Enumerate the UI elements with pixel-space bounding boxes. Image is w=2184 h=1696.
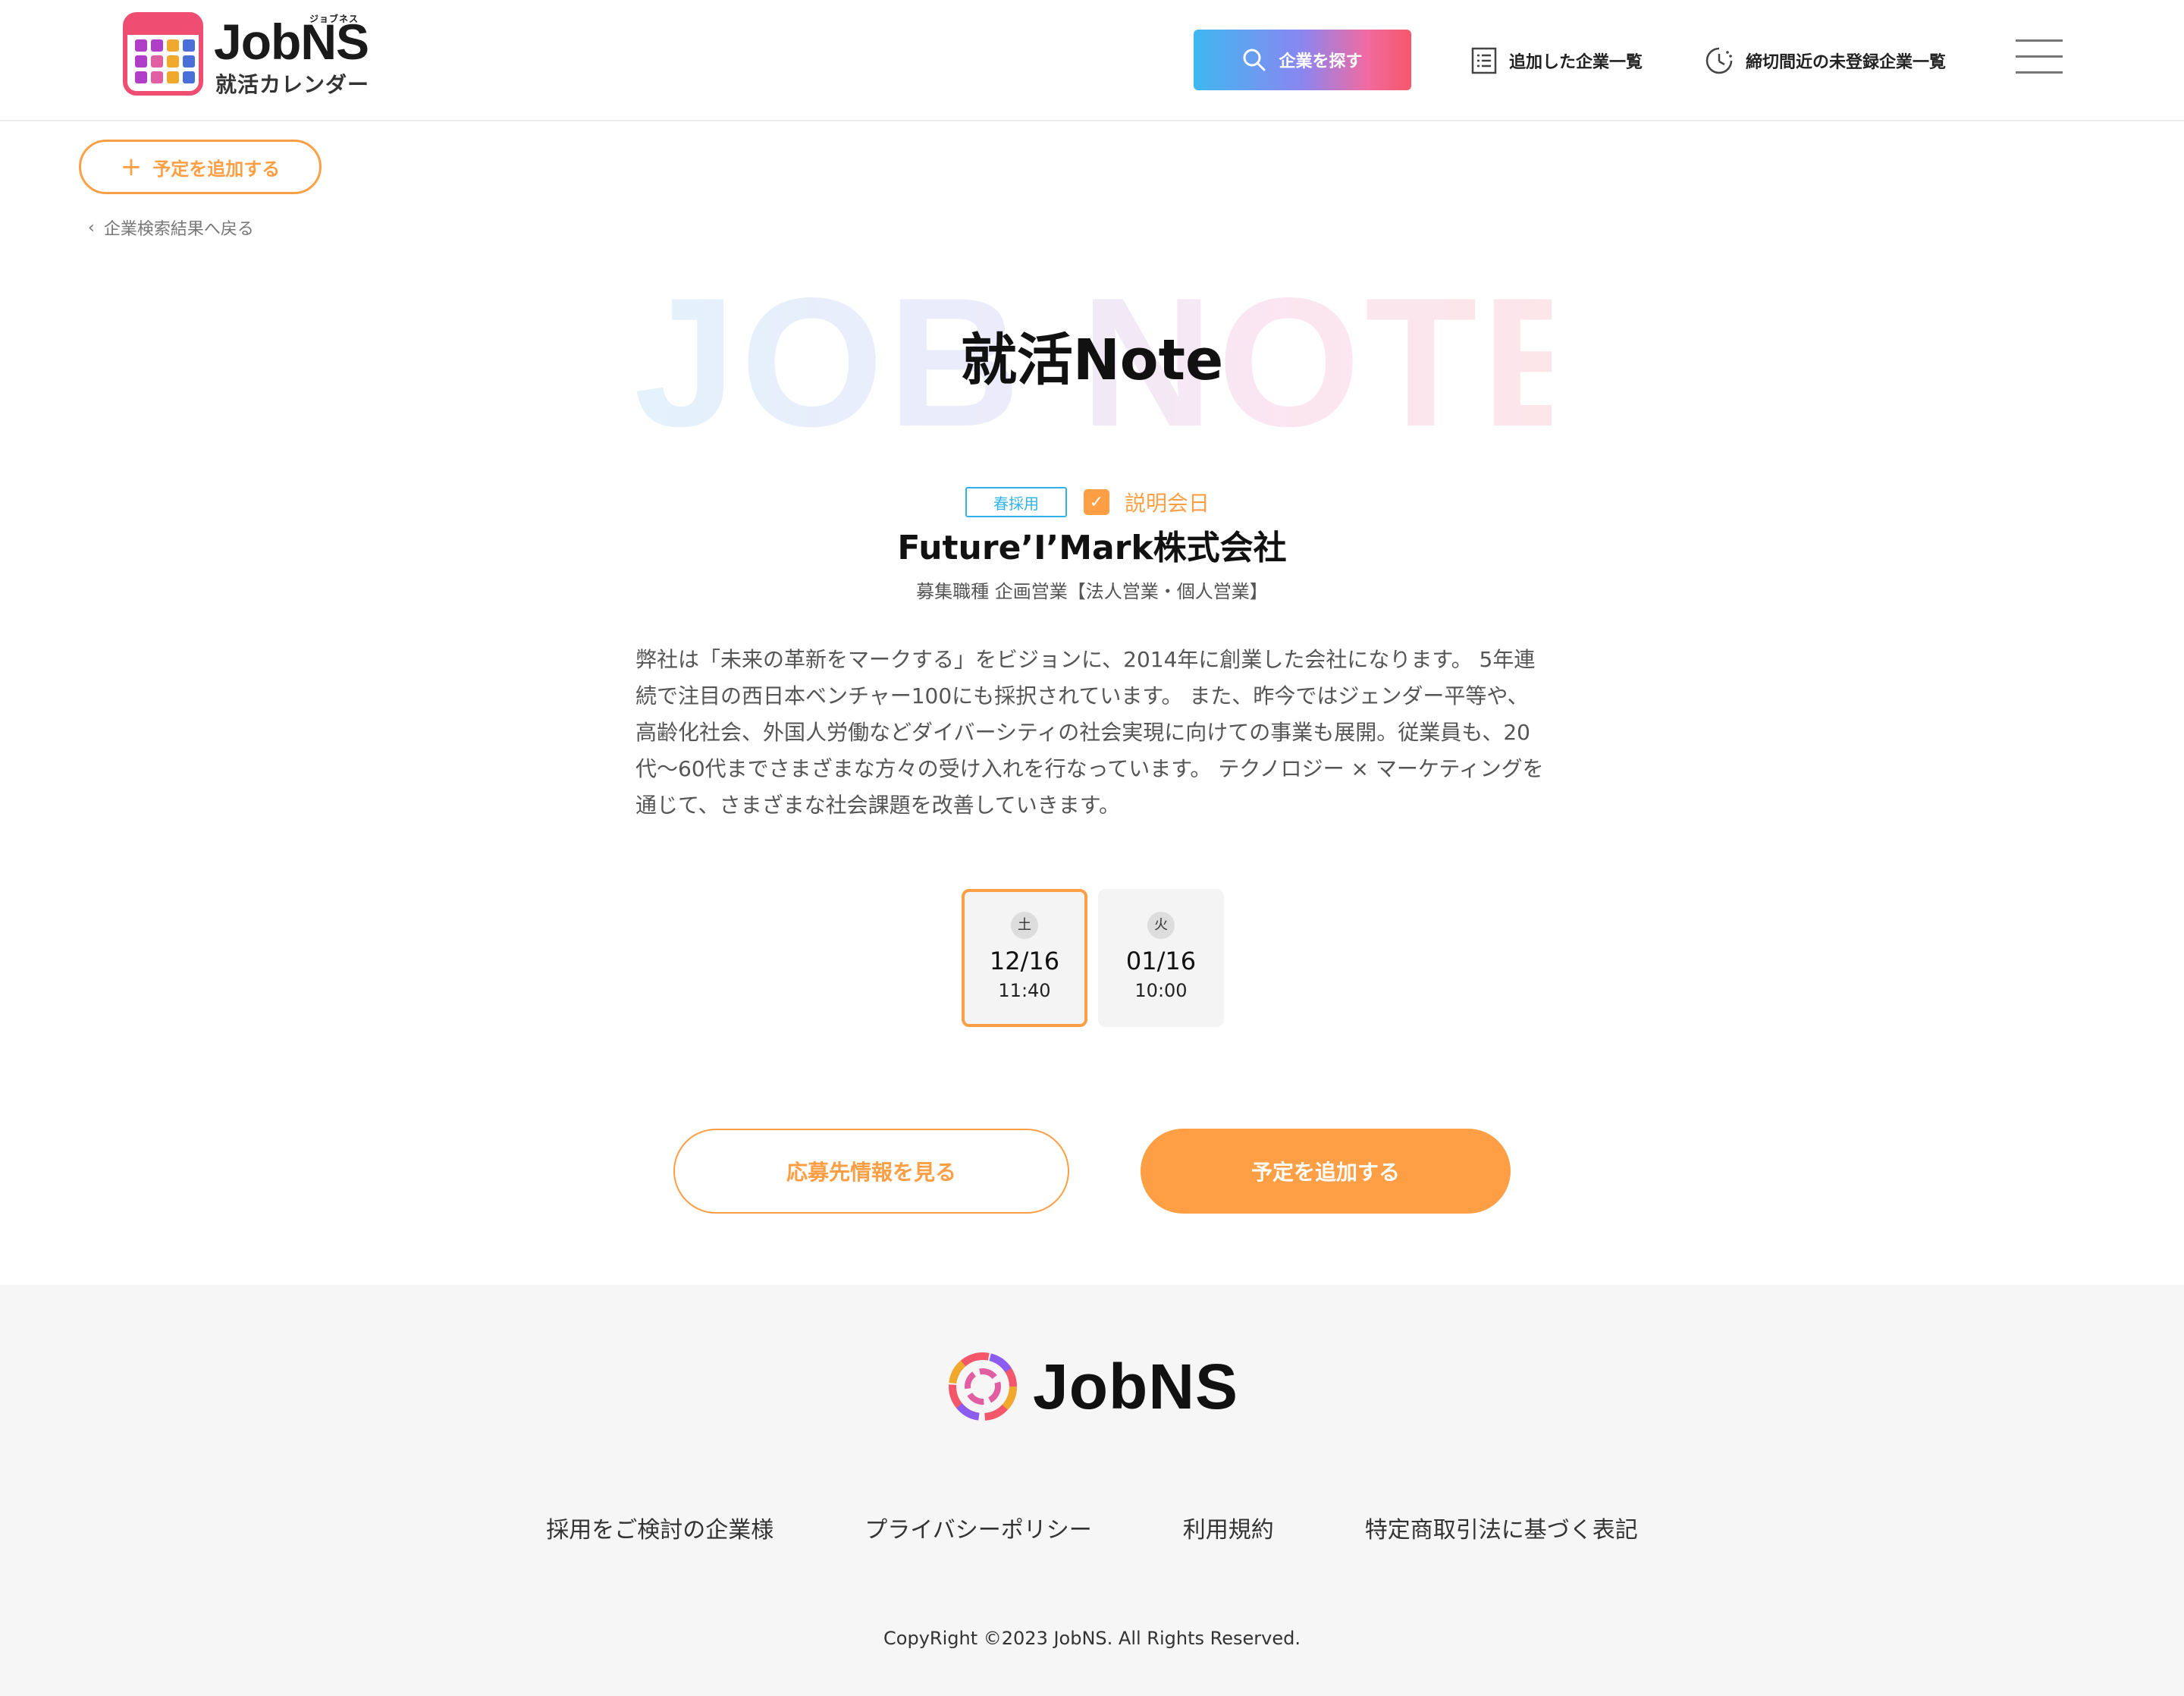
footer-link-terms[interactable]: 利用規約 [1183, 1511, 1274, 1544]
date-option-1[interactable]: 土 12/16 11:40 [962, 889, 1087, 1027]
job-position: 募集職種 企画営業【法人営業・個人営業】 [916, 581, 1268, 602]
chevron-left-icon: ‹ [88, 218, 95, 237]
view-info-label: 応募先情報を見る [786, 1160, 956, 1185]
event-type: ✓ 説明会日 [1084, 487, 1210, 517]
footer-logo[interactable]: JobNS [946, 1349, 1238, 1424]
search-companies-button[interactable]: 企業を探す [1194, 30, 1411, 90]
date-time: 10:00 [1134, 980, 1188, 1001]
logo-ruby: ジョブネス [309, 14, 359, 24]
footer-links: 採用をご検討の企業様 プライバシーポリシー 利用規約 特定商取引法に基づく表記 [0, 1511, 2184, 1544]
recruitment-tag: 春採用 [965, 487, 1067, 517]
date-month-day: 01/16 [1125, 947, 1197, 975]
clock-icon [1705, 47, 1733, 74]
add-event-top-button[interactable]: + 予定を追加する [79, 140, 322, 194]
hamburger-menu-icon[interactable] [2016, 39, 2064, 74]
event-type-label: 説明会日 [1125, 491, 1210, 516]
date-option-2[interactable]: 火 01/16 10:00 [1098, 889, 1224, 1027]
company-description: 弊社は「未来の革新をマークする」をビジョンに、2014年に創業した会社になります… [635, 647, 1544, 818]
event-meta: 春採用 ✓ 説明会日 [965, 485, 1210, 519]
footer-link-for-companies[interactable]: 採用をご検討の企業様 [546, 1511, 774, 1544]
back-to-search-link[interactable]: ‹ 企業検索結果へ戻る [88, 215, 254, 240]
date-weekday: 土 [1011, 912, 1038, 939]
date-month-day: 12/16 [989, 947, 1060, 975]
back-link-label: 企業検索結果へ戻る [103, 220, 254, 239]
date-weekday: 火 [1147, 912, 1175, 939]
footer-link-privacy[interactable]: プライバシーポリシー [864, 1511, 1091, 1544]
footer-logo-text: JobNS [1033, 1350, 1239, 1422]
search-icon [1243, 49, 1266, 71]
copyright: CopyRight ©2023 JobNS. All Rights Reserv… [883, 1628, 1301, 1649]
logo-subtitle: 就活カレンダー [215, 72, 370, 97]
list-icon [1471, 47, 1497, 74]
footer-link-commerce-law[interactable]: 特定商取引法に基づく表記 [1365, 1511, 1638, 1544]
calendar-check-icon: ✓ [1084, 489, 1109, 515]
page-title: 就活Note [960, 328, 1224, 393]
add-event-top-label: 予定を追加する [152, 158, 281, 180]
jobns-ring-logo-icon [949, 1352, 1017, 1421]
calendar-logo-icon [123, 12, 203, 96]
site-footer: JobNS 採用をご検討の企業様 プライバシーポリシー 利用規約 特定商取引法に… [0, 1285, 2184, 1696]
nav-added-companies[interactable]: 追加した企業一覧 [1471, 42, 1643, 79]
nav-added-label: 追加した企業一覧 [1509, 53, 1643, 72]
view-application-info-button[interactable]: 応募先情報を見る [673, 1129, 1069, 1214]
nav-deadline-companies[interactable]: 締切間近の未登録企業一覧 [1705, 42, 1946, 79]
date-time: 11:40 [998, 980, 1051, 1001]
jobns-calendar-logo[interactable]: JobNS ジョブネス 就活カレンダー [123, 12, 373, 97]
add-event-button[interactable]: 予定を追加する [1141, 1129, 1511, 1214]
add-event-label: 予定を追加する [1250, 1160, 1400, 1185]
company-name: Future’I’Mark株式会社 [897, 529, 1287, 567]
nav-deadline-label: 締切間近の未登録企業一覧 [1746, 53, 1947, 72]
search-button-label: 企業を探す [1279, 52, 1363, 71]
site-header: JobNS ジョブネス 就活カレンダー 企業を探す 追加した企業一覧 締切間近の… [0, 0, 2184, 121]
plus-icon: + [120, 152, 143, 182]
